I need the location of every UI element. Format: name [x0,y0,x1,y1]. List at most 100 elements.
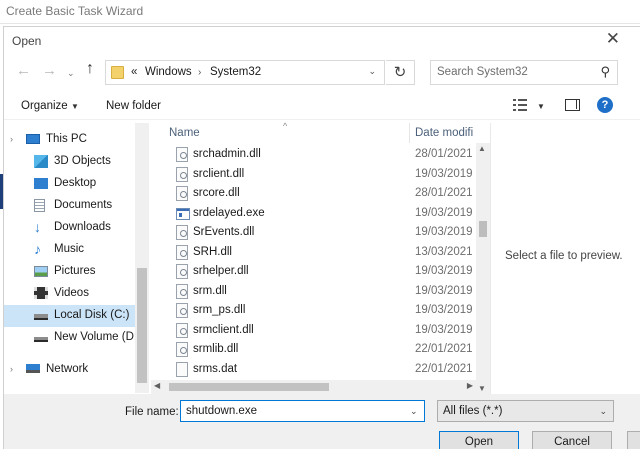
nav-item-desktop[interactable]: Desktop [4,173,135,195]
column-date-modified[interactable]: Date modifie [415,127,473,139]
file-list-vertical-scrollbar[interactable]: ▲ ▼ [476,143,490,394]
file-type-value: All files (*.*) [443,405,503,417]
dll-file-icon [176,225,188,240]
file-row[interactable]: srdelayed.exe 19/03/2019 1 [151,204,476,223]
preview-pane-icon[interactable] [565,99,580,111]
nav-label: Music [54,243,85,255]
address-segment-windows[interactable]: Windows [145,66,192,78]
view-options-icon[interactable] [513,99,527,111]
nav-item-videos[interactable]: Videos [4,283,135,305]
organize-caret-icon: ▼ [71,102,79,111]
dll-file-icon [176,342,188,357]
search-icon: ⚲ [600,64,610,79]
nav-item-local-disk[interactable]: Local Disk (C:) [4,305,135,327]
nav-item-pictures[interactable]: Pictures [4,261,135,283]
forward-arrow-icon[interactable]: → [42,63,57,79]
file-date: 19/03/2019 1 [415,167,474,180]
nav-item-this-pc[interactable]: › This PC [4,129,135,151]
file-row[interactable]: SRH.dll 13/03/2021 1 [151,243,476,262]
desktop-icon [34,178,48,189]
file-name: srm_ps.dll [193,304,246,316]
file-date: 13/03/2021 1 [415,245,474,258]
pictures-icon [34,266,48,277]
back-arrow-icon[interactable]: ← [16,63,31,79]
recent-locations-chevron-icon[interactable]: ⌄ [67,65,75,81]
music-icon: ♪ [34,241,41,257]
file-row[interactable]: srms.dat 22/01/2021 0 [151,360,476,379]
search-box[interactable]: Search System32 ⚲ [430,60,618,85]
file-name: srmlib.dll [193,343,239,355]
file-list-horizontal-scrollbar[interactable]: ◀ ▶ [151,380,476,394]
refresh-button[interactable]: ↻ [386,60,415,85]
file-date: 19/03/2019 1 [415,323,474,336]
wizard-title-bar: Create Basic Task Wizard [0,0,640,24]
address-overflow[interactable]: « [131,66,137,78]
file-date: 22/01/2021 0 [415,343,474,355]
nav-label: Documents [54,199,113,211]
file-row[interactable]: SrEvents.dll 19/03/2019 1 [151,223,476,242]
up-arrow-icon[interactable]: ↑ [86,61,94,77]
chevron-down-icon: ⌄ [599,406,607,416]
scroll-left-icon[interactable]: ◀ [154,381,160,390]
nav-label: Pictures [54,265,96,277]
organize-button[interactable]: Organize [21,100,68,112]
address-segment-system32[interactable]: System32 [210,66,261,78]
help-icon[interactable]: ? [597,97,613,113]
column-divider[interactable] [409,123,410,143]
nav-item-music[interactable]: ♪ Music [4,239,135,261]
address-bar[interactable]: « Windows › System32 ⌄ [105,60,385,85]
nav-item-documents[interactable]: Documents [4,195,135,217]
dll-file-icon [176,166,188,182]
file-name: srclient.dll [193,167,245,180]
nav-label: Downloads [54,221,111,233]
dll-file-icon [176,147,188,162]
file-icon [176,361,188,377]
file-name: srms.dat [193,362,238,375]
file-row[interactable]: srm_ps.dll 19/03/2019 1 [151,301,476,320]
column-header: ^ Name Date modifie [151,121,476,143]
navigation-scroll-thumb[interactable] [137,268,147,383]
file-name: srhelper.dll [193,265,249,277]
address-dropdown-icon[interactable]: ⌄ [368,66,376,77]
navigation-scrollbar[interactable] [135,123,149,393]
nav-item-new-volume[interactable]: New Volume (D: [4,327,138,349]
dialog-title-bar: Open ✕ [4,27,640,54]
file-name-input[interactable] [180,400,425,422]
scroll-down-icon[interactable]: ▼ [478,384,486,393]
file-list-scroll-thumb[interactable] [479,221,487,237]
close-icon[interactable]: ✕ [606,30,620,47]
file-row[interactable]: srmlib.dll 22/01/2021 0 [151,340,476,359]
file-row[interactable]: srclient.dll 19/03/2019 1 [151,165,476,184]
scroll-right-icon[interactable]: ▶ [467,381,473,390]
new-folder-button[interactable]: New folder [106,100,161,112]
nav-label: Videos [54,287,89,299]
cancel-button[interactable]: Cancel [532,431,612,449]
file-name: srdelayed.exe [193,206,265,219]
nav-item-downloads[interactable]: ↓ Downloads [4,217,135,239]
file-row[interactable]: srcore.dll 28/01/2021 1 [151,184,476,203]
nav-label: This PC [46,133,87,145]
nav-item-3d-objects[interactable]: 3D Objects [4,151,135,173]
file-type-select[interactable]: All files (*.*) ⌄ [437,400,614,422]
documents-icon [34,199,45,212]
help-button-partial[interactable] [627,431,640,449]
file-date: 28/01/2021 1 [415,187,474,199]
navigation-bar: ← → ⌄ ↑ « Windows › System32 ⌄ ↻ Search … [4,57,640,89]
file-row[interactable]: srm.dll 19/03/2019 1 [151,282,476,301]
scroll-up-icon[interactable]: ▲ [478,144,486,153]
file-date: 19/03/2019 1 [415,206,474,219]
expand-chevron-icon[interactable]: › [10,364,13,374]
open-dialog: Open ✕ ← → ⌄ ↑ « Windows › System32 ⌄ ↻ … [3,26,640,449]
cube-icon [34,155,48,168]
file-row[interactable]: srmclient.dll 19/03/2019 1 [151,321,476,340]
expand-chevron-icon[interactable]: › [10,134,13,144]
file-row[interactable]: srchadmin.dll 28/01/2021 1 [151,145,476,164]
nav-label: New Volume (D: [54,331,138,343]
horizontal-scroll-thumb[interactable] [169,383,329,391]
nav-item-network[interactable]: › Network [4,359,135,381]
file-name: SrEvents.dll [193,226,255,238]
open-button[interactable]: Open [439,431,519,449]
column-name[interactable]: Name [169,127,200,139]
view-caret-icon[interactable]: ▼ [537,102,545,111]
file-row[interactable]: srhelper.dll 19/03/2019 1 [151,262,476,281]
